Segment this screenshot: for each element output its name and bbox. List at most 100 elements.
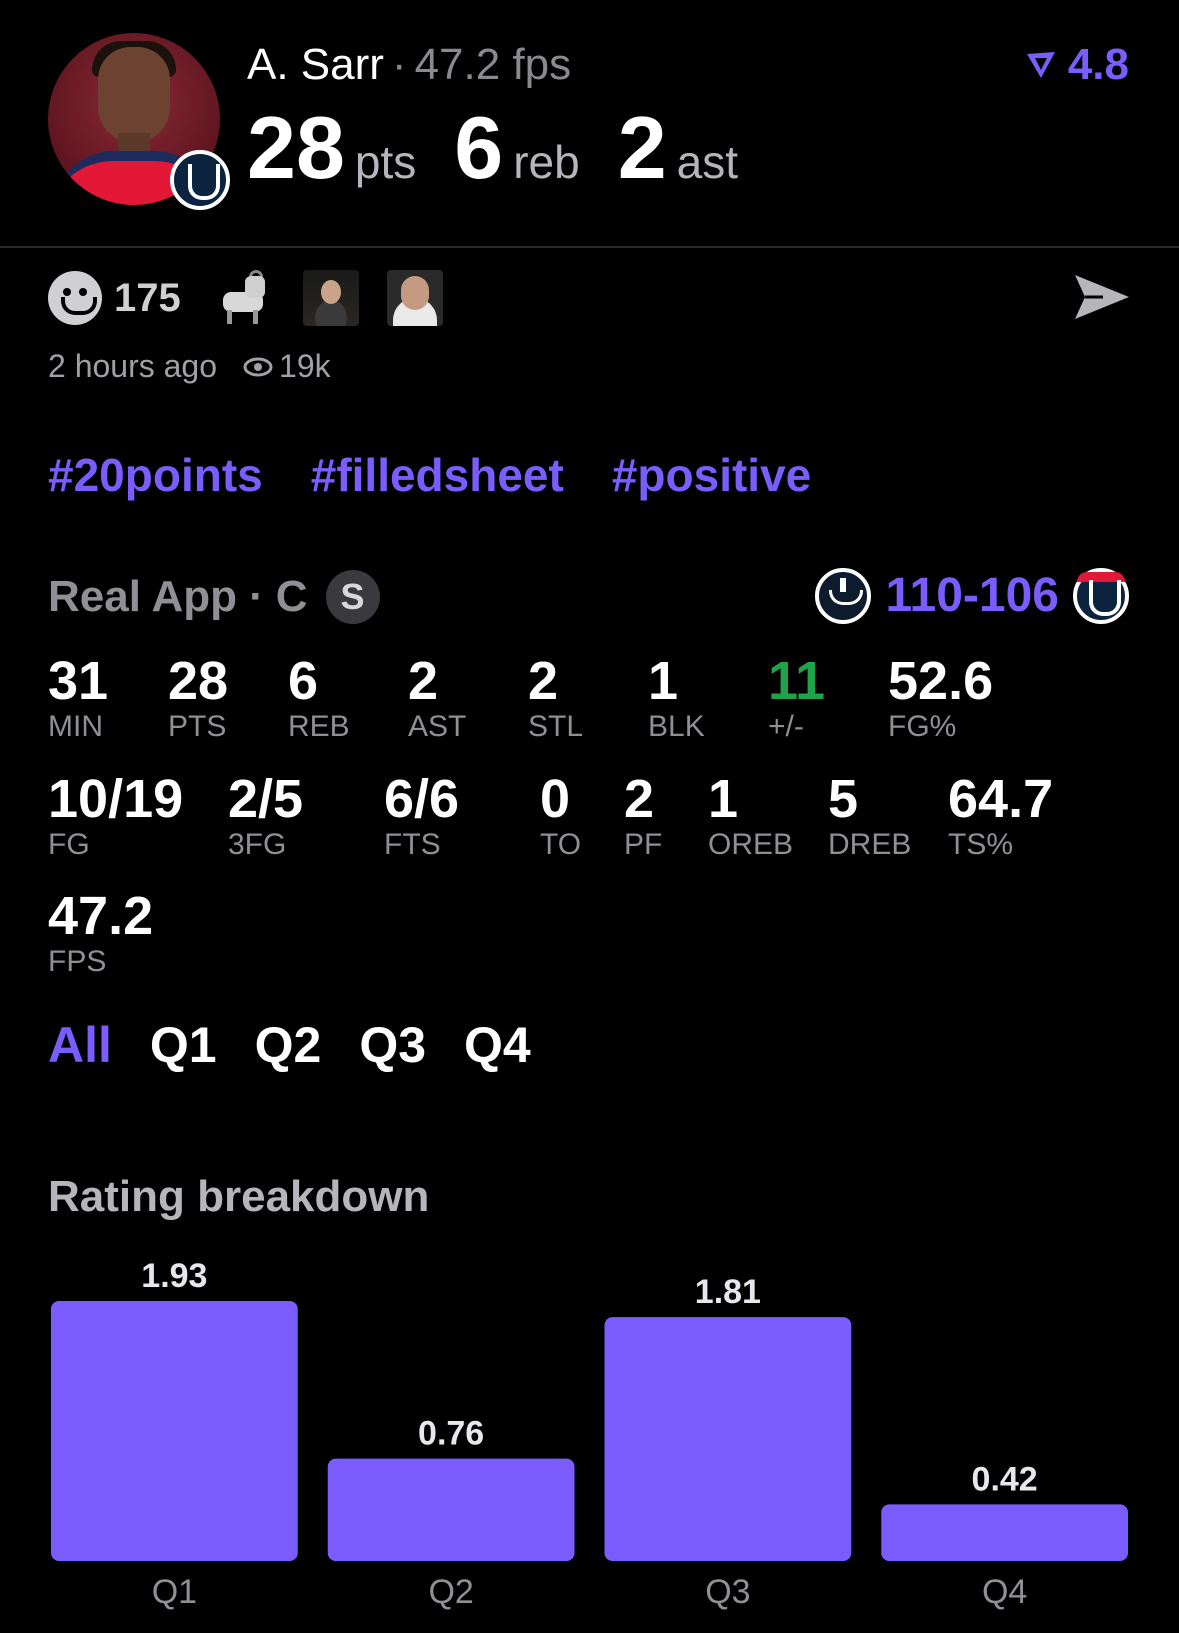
stat-fps: 47.2 FPS [48, 887, 153, 979]
game-score[interactable]: 110-106 [815, 568, 1129, 624]
stat-pf: 2 PF [624, 770, 662, 862]
player-name[interactable]: A. Sarr [247, 40, 384, 89]
bar-q1[interactable] [51, 1301, 298, 1561]
stat-label: REB [288, 710, 350, 743]
separator-dot: · [391, 40, 407, 89]
category-label: Q1 [152, 1573, 197, 1611]
quarter-tabs: All Q1 Q2 Q3 Q4 [48, 1016, 531, 1074]
score-value: 110-106 [885, 569, 1059, 622]
stat-label: FTS [384, 828, 441, 861]
stat-value: 47.2 [48, 886, 154, 946]
player-name-line: A. Sarr · 47.2 fps [247, 40, 571, 90]
section-title: Rating breakdown [48, 1172, 430, 1221]
stat-value: 10/19 [48, 769, 184, 829]
stat-blk: 1 BLK [648, 652, 705, 744]
game-source: Real App · C S [48, 570, 380, 624]
stat-value: 2 [408, 651, 439, 711]
stat-fg-pct: 52.6 FG% [888, 652, 993, 744]
send-icon[interactable] [1073, 272, 1131, 322]
stat-oreb: 1 OREB [708, 770, 793, 862]
stat-ts-pct: 64.7 TS% [948, 770, 1053, 862]
reactions-row: 175 [48, 270, 471, 326]
smiley-reaction-icon[interactable] [48, 271, 102, 325]
stat-ast: 2 AST [408, 652, 466, 744]
post-meta: 2 hours ago 19k [48, 348, 331, 385]
category-label: Q4 [982, 1573, 1027, 1611]
stat-label: 3FG [228, 828, 287, 861]
tab-q3[interactable]: Q3 [359, 1016, 426, 1074]
stat-value: 2 [528, 651, 559, 711]
bar-value-label: 1.93 [141, 1257, 207, 1295]
headline-pts-label: pts [354, 136, 417, 188]
rating-badge[interactable]: 4.8 [1024, 40, 1129, 90]
stat-label: +/- [768, 710, 804, 743]
stat-dreb: 5 DREB [828, 770, 911, 862]
stat-label: PTS [168, 710, 227, 743]
stat-label: TS% [948, 828, 1014, 861]
rating-breakdown-chart: 1.93 Q1 0.76 Q2 1.81 Q3 0.42 Q4 [51, 1257, 1128, 1611]
headline-ast-label: ast [676, 136, 739, 188]
bar-q2[interactable] [327, 1458, 575, 1561]
bar-q3[interactable] [604, 1317, 852, 1561]
stat-value: 28 [168, 651, 229, 711]
hashtag[interactable]: #positive [612, 448, 811, 502]
stat-value: 31 [48, 651, 109, 711]
player-fps: 47.2 fps [414, 40, 572, 89]
stat-value: 0 [540, 769, 571, 829]
stat-plus-minus: 11 +/- [768, 652, 825, 744]
bar-value-label: 0.76 [418, 1415, 484, 1453]
stat-value: 11 [768, 651, 826, 711]
tab-q2[interactable]: Q2 [255, 1016, 322, 1074]
hashtag-list: #20points #filledsheet #positive [48, 448, 811, 502]
goat-reaction-icon[interactable] [217, 270, 273, 326]
category-label: Q2 [428, 1573, 473, 1611]
hashtag[interactable]: #filledsheet [311, 448, 564, 502]
stat-label: MIN [48, 710, 103, 743]
stat-label: FPS [48, 945, 107, 978]
headline-reb-value: 6 [454, 98, 504, 197]
stat-min: 31 MIN [48, 652, 108, 744]
stat-to: 0 TO [540, 770, 581, 862]
reaction-count: 175 [114, 275, 181, 320]
stat-fts: 6/6 FTS [384, 770, 459, 862]
headline-reb-label: reb [513, 136, 580, 188]
reaction-image-1[interactable] [302, 270, 359, 326]
opponent-logo-icon [815, 568, 872, 624]
hashtag[interactable]: #20points [48, 448, 263, 502]
headline-pts-value: 28 [247, 98, 345, 197]
headline-ast-value: 2 [617, 98, 667, 197]
rating-value: 4.8 [1067, 40, 1129, 89]
starter-badge: S [325, 570, 380, 624]
stat-label: TO [540, 828, 582, 861]
tab-q4[interactable]: Q4 [464, 1016, 531, 1074]
stat-value: 1 [648, 651, 679, 711]
team-logo-icon [1073, 568, 1129, 624]
stat-value: 5 [828, 769, 859, 829]
stat-label: AST [408, 710, 467, 743]
separator-dot: · [249, 572, 264, 621]
stat-value: 6 [288, 651, 319, 711]
tab-all[interactable]: All [48, 1016, 112, 1074]
stat-label: FG [48, 828, 90, 861]
stat-pts: 28 PTS [168, 652, 228, 744]
stat-label: BLK [648, 710, 705, 743]
headline-stats: 28 pts 6 reb 2 ast [247, 100, 776, 196]
rating-icon [1026, 52, 1055, 78]
bar-value-label: 1.81 [695, 1273, 761, 1311]
stat-stl: 2 STL [528, 652, 583, 744]
stat-label: OREB [708, 828, 794, 861]
stat-value: 52.6 [888, 651, 994, 711]
team-logo-badge [170, 150, 230, 210]
stat-label: STL [528, 710, 584, 743]
stat-value: 2 [624, 769, 655, 829]
reaction-image-2[interactable] [386, 270, 443, 326]
stat-label: DREB [828, 828, 912, 861]
tab-q1[interactable]: Q1 [150, 1016, 217, 1074]
header-divider [0, 246, 1179, 248]
view-count: 19k [279, 348, 331, 384]
stat-label: FG% [888, 710, 957, 743]
post-time: 2 hours ago [48, 348, 218, 384]
bar-q4[interactable] [881, 1504, 1128, 1561]
stat-3fg: 2/5 3FG [228, 770, 303, 862]
stat-label: PF [624, 828, 663, 861]
